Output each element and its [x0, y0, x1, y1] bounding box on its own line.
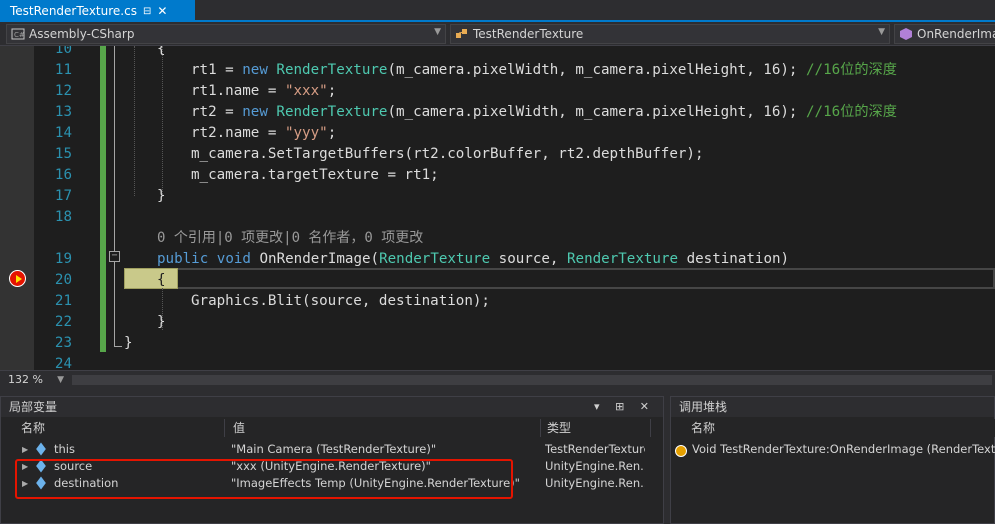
- class-icon: [455, 27, 469, 41]
- call-stack-frame[interactable]: Void TestRenderTexture:OnRenderImage (Re…: [671, 441, 995, 458]
- call-stack-window: 调用堆栈 名称 Void TestRenderTexture:OnRenderI…: [670, 396, 995, 524]
- code-editor[interactable]: 10 11 12 13 14 15 16 17 18 19 20 21 22 2…: [0, 46, 995, 370]
- column-header-value[interactable]: 值: [227, 419, 541, 437]
- annotation-highlight-box: [15, 459, 513, 499]
- collapse-icon[interactable]: −: [109, 251, 120, 262]
- close-icon[interactable]: ✕: [157, 4, 167, 18]
- horizontal-scrollbar[interactable]: [72, 375, 992, 385]
- frame-text: Void TestRenderTexture:OnRenderImage (Re…: [692, 442, 995, 456]
- locals-title: 局部变量: [9, 400, 58, 414]
- current-frame-icon: [675, 445, 687, 457]
- editor-bottom-bar: 132 % ▼: [0, 370, 995, 388]
- method-icon: [899, 27, 913, 41]
- project-dropdown[interactable]: C# Assembly-CSharp ▼: [6, 24, 446, 44]
- line-number-gutter: 10 11 12 13 14 15 16 17 18 19 20 21 22 2…: [34, 46, 80, 370]
- code-line-19: public void OnRenderImage(RenderTexture …: [157, 251, 790, 267]
- breakpoint-current-icon[interactable]: [9, 270, 26, 287]
- variable-type: UnityEngine.Ren...: [545, 476, 645, 490]
- line-number: 16: [54, 167, 72, 183]
- chevron-down-icon[interactable]: ▼: [57, 372, 64, 388]
- change-tracking-bar: [100, 46, 106, 352]
- csharp-project-icon: C#: [11, 27, 25, 41]
- line-number: 21: [54, 293, 72, 309]
- svg-text:C#: C#: [14, 31, 25, 39]
- line-number: 23: [54, 335, 72, 351]
- column-header-name[interactable]: 名称: [685, 419, 995, 437]
- code-line-16: m_camera.targetTexture = rt1;: [191, 167, 439, 183]
- chevron-down-icon[interactable]: ▼: [434, 27, 441, 37]
- window-tools[interactable]: ▾ ⊞ ✕: [594, 397, 655, 417]
- variable-value[interactable]: "Main Camera (TestRenderTexture)": [231, 441, 539, 458]
- tab-testrendertexture-cs[interactable]: TestRenderTexture.cs ⊟ ✕: [0, 0, 195, 22]
- outlining-margin: −: [108, 46, 122, 370]
- glyph-margin[interactable]: [0, 46, 34, 370]
- line-number: 19: [54, 251, 72, 267]
- code-line-11: rt1 = new RenderTexture(m_camera.pixelWi…: [191, 62, 897, 78]
- line-number: 13: [54, 104, 72, 120]
- column-header-type[interactable]: 类型: [541, 419, 651, 437]
- callstack-title: 调用堆栈: [679, 400, 728, 414]
- expand-arrow-icon[interactable]: ▶: [22, 441, 28, 458]
- line-number: 11: [54, 62, 72, 78]
- line-number: 24: [54, 356, 72, 370]
- variable-icon: [36, 444, 47, 454]
- zoom-dropdown[interactable]: 132 % ▼: [4, 372, 66, 388]
- line-number: 18: [54, 209, 72, 225]
- pin-icon[interactable]: ⊟: [143, 6, 151, 17]
- tab-filename: TestRenderTexture.cs: [10, 4, 137, 18]
- line-number: 20: [54, 272, 72, 288]
- code-line-23: }: [124, 335, 133, 351]
- code-line-15: m_camera.SetTargetBuffers(rt2.colorBuffe…: [191, 146, 704, 162]
- code-line-14: rt2.name = "yyy";: [191, 125, 337, 141]
- code-line-12: rt1.name = "xxx";: [191, 83, 337, 99]
- locals-title-bar: 局部变量 ▾ ⊞ ✕: [1, 397, 663, 417]
- class-name: TestRenderTexture: [473, 27, 584, 41]
- class-dropdown[interactable]: TestRenderTexture ▼: [450, 24, 890, 44]
- navigation-bar: C# Assembly-CSharp ▼ TestRenderTexture ▼…: [0, 22, 995, 46]
- variable-name: this: [54, 442, 75, 456]
- variable-type: TestRenderTexture: [545, 442, 645, 456]
- line-number: 14: [54, 125, 72, 141]
- line-number: 22: [54, 314, 72, 330]
- code-line-20: {: [157, 272, 166, 288]
- callstack-title-bar: 调用堆栈: [671, 397, 994, 417]
- line-number: 12: [54, 83, 72, 99]
- member-dropdown[interactable]: OnRenderImage: [894, 24, 995, 44]
- member-name: OnRenderImage: [917, 27, 995, 41]
- line-number: 10: [54, 46, 72, 57]
- code-line-21: Graphics.Blit(source, destination);: [191, 293, 490, 309]
- codelens-info[interactable]: 0 个引用|0 项更改|0 名作者，0 项更改: [157, 228, 423, 249]
- panel-splitter[interactable]: [0, 388, 995, 396]
- code-text[interactable]: { rt1 = new RenderTexture(m_camera.pixel…: [124, 46, 995, 370]
- line-number: 15: [54, 146, 72, 162]
- code-line-13: rt2 = new RenderTexture(m_camera.pixelWi…: [191, 104, 897, 120]
- project-name: Assembly-CSharp: [29, 27, 135, 41]
- line-number: 17: [54, 188, 72, 204]
- table-row[interactable]: ▶ this "Main Camera (TestRenderTexture)"…: [1, 441, 665, 458]
- variable-type: UnityEngine.Ren...: [545, 459, 645, 473]
- document-tab-strip: TestRenderTexture.cs ⊟ ✕: [0, 0, 995, 22]
- code-line-10: {: [157, 46, 166, 57]
- column-header-name[interactable]: 名称: [15, 419, 225, 437]
- code-line-22: }: [157, 314, 166, 330]
- code-line-17: }: [157, 188, 166, 204]
- chevron-down-icon[interactable]: ▼: [878, 27, 885, 37]
- zoom-level: 132 %: [8, 373, 43, 386]
